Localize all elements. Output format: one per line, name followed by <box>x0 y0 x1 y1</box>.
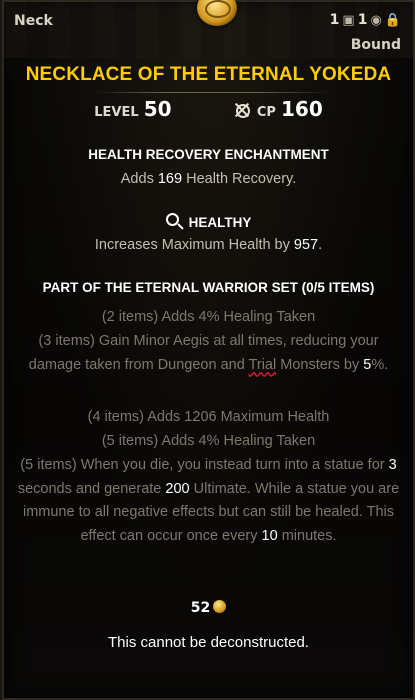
level-label: LEVEL <box>94 105 139 120</box>
set-bonus-3-text-b: Monsters by <box>276 356 364 373</box>
set-bonus-5b-text-d: minutes. <box>277 527 337 544</box>
champion-point-icon <box>234 102 250 118</box>
deconstruct-note: This cannot be deconstructed. <box>108 634 309 651</box>
cp-label: CP <box>256 105 276 120</box>
item-counts: 1 ▣ 1 ◉ 🔒 <box>330 12 401 28</box>
bound-label: Bound <box>350 37 401 53</box>
enchantment-description: Adds 169 Health Recovery. <box>4 171 413 187</box>
set-bonus-2: (2 items) Adds 4% Healing Taken <box>101 309 316 325</box>
item-name: NECKLACE OF THE ETERNAL YOKEDA <box>25 63 392 85</box>
title-divider <box>94 92 329 93</box>
trait-text-pre: Increases Maximum Health by <box>94 237 294 253</box>
set-bonus-5b: (5 items) When you die, you instead turn… <box>16 454 401 548</box>
bag-count: 1 <box>357 12 368 28</box>
cooldown-minutes: 10 <box>261 527 278 544</box>
enchantment-amount: 169 <box>157 171 183 187</box>
enchantment-text-pre: Adds <box>120 171 158 187</box>
set-bonus-4: (4 items) Adds 1206 Maximum Health <box>87 409 330 425</box>
set-title: PART OF THE ETERNAL WARRIOR SET (0/5 ITE… <box>42 280 375 295</box>
trait-amount: 957 <box>293 237 319 253</box>
bank-chest-icon: ▣ <box>342 12 355 28</box>
inventory-bag-icon: ◉ <box>370 12 382 28</box>
trait-text-post: . <box>318 237 323 253</box>
trait-description: Increases Maximum Health by 957. <box>4 237 413 253</box>
ultimate-amount: 200 <box>165 480 190 497</box>
trait-title-text: HEALTHY <box>188 215 252 230</box>
gold-coin-icon <box>213 600 227 613</box>
set-bonus-5a: (5 items) Adds 4% Healing Taken <box>101 433 316 449</box>
lock-icon: 🔒 <box>384 12 401 28</box>
equip-slot-label: Neck <box>14 13 53 29</box>
enchantment-text-post: Health Recovery. <box>182 171 297 187</box>
cp-value: 160 <box>281 97 323 121</box>
level-value: 50 <box>143 97 172 121</box>
set-bonus-5b-text: (5 items) When you die, you instead turn… <box>20 457 389 473</box>
spellcheck-word: Trial <box>248 356 277 373</box>
bank-count: 1 <box>329 12 340 28</box>
item-value-amount: 52 <box>190 600 211 616</box>
magnifier-icon <box>165 213 179 226</box>
trait-title: HEALTHY <box>4 213 413 230</box>
set-bonus-5b-text-b: seconds and generate <box>17 480 166 497</box>
item-tooltip: Neck 1 ▣ 1 ◉ 🔒 Bound NECKLACE OF THE ETE… <box>2 0 415 700</box>
enchantment-title: HEALTH RECOVERY ENCHANTMENT <box>88 147 329 162</box>
item-stats: LEVEL 50 CP 160 <box>4 97 413 121</box>
item-value: 52 <box>4 600 413 616</box>
set-bonus-3: (3 items) Gain Minor Aegis at all times,… <box>16 330 401 377</box>
statue-duration: 3 <box>388 457 397 473</box>
set-bonus-3-text-c: %. <box>371 356 389 373</box>
